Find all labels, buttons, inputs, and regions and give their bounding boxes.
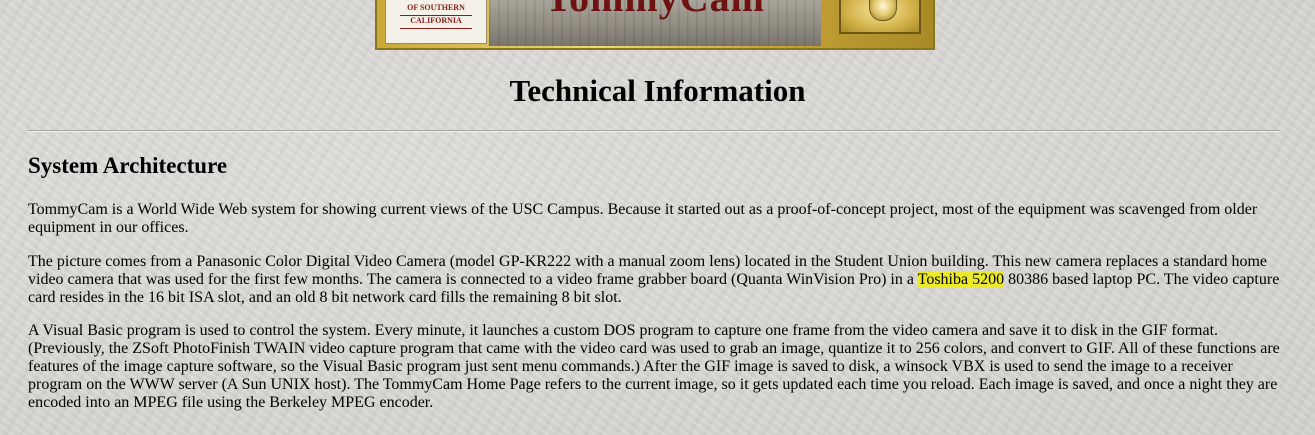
banner-title: TommyCam [489, 0, 821, 18]
paragraph-hardware: The picture comes from a Panasonic Color… [28, 253, 1284, 307]
usc-seal-icon [869, 0, 897, 21]
tommycam-banner: OF SOUTHERN CALIFORNIA TommyCam [375, 0, 935, 50]
usc-rule-bottom [400, 28, 472, 29]
paragraph-software: A Visual Basic program is used to contro… [28, 322, 1280, 411]
usc-wordmark: OF SOUTHERN CALIFORNIA [385, 0, 487, 44]
page-title: Technical Information [509, 73, 806, 108]
usc-line-1: OF SOUTHERN [407, 3, 465, 12]
usc-line-2: CALIFORNIA [410, 16, 462, 25]
section-divider [28, 130, 1280, 132]
paragraph-intro: TommyCam is a World Wide Web system for … [28, 201, 1258, 236]
banner-photo: TommyCam [489, 0, 821, 46]
seal-plaque [839, 0, 921, 34]
section-title: System Architecture [28, 153, 228, 178]
highlighted-text: Toshiba 5200 [917, 271, 1005, 288]
